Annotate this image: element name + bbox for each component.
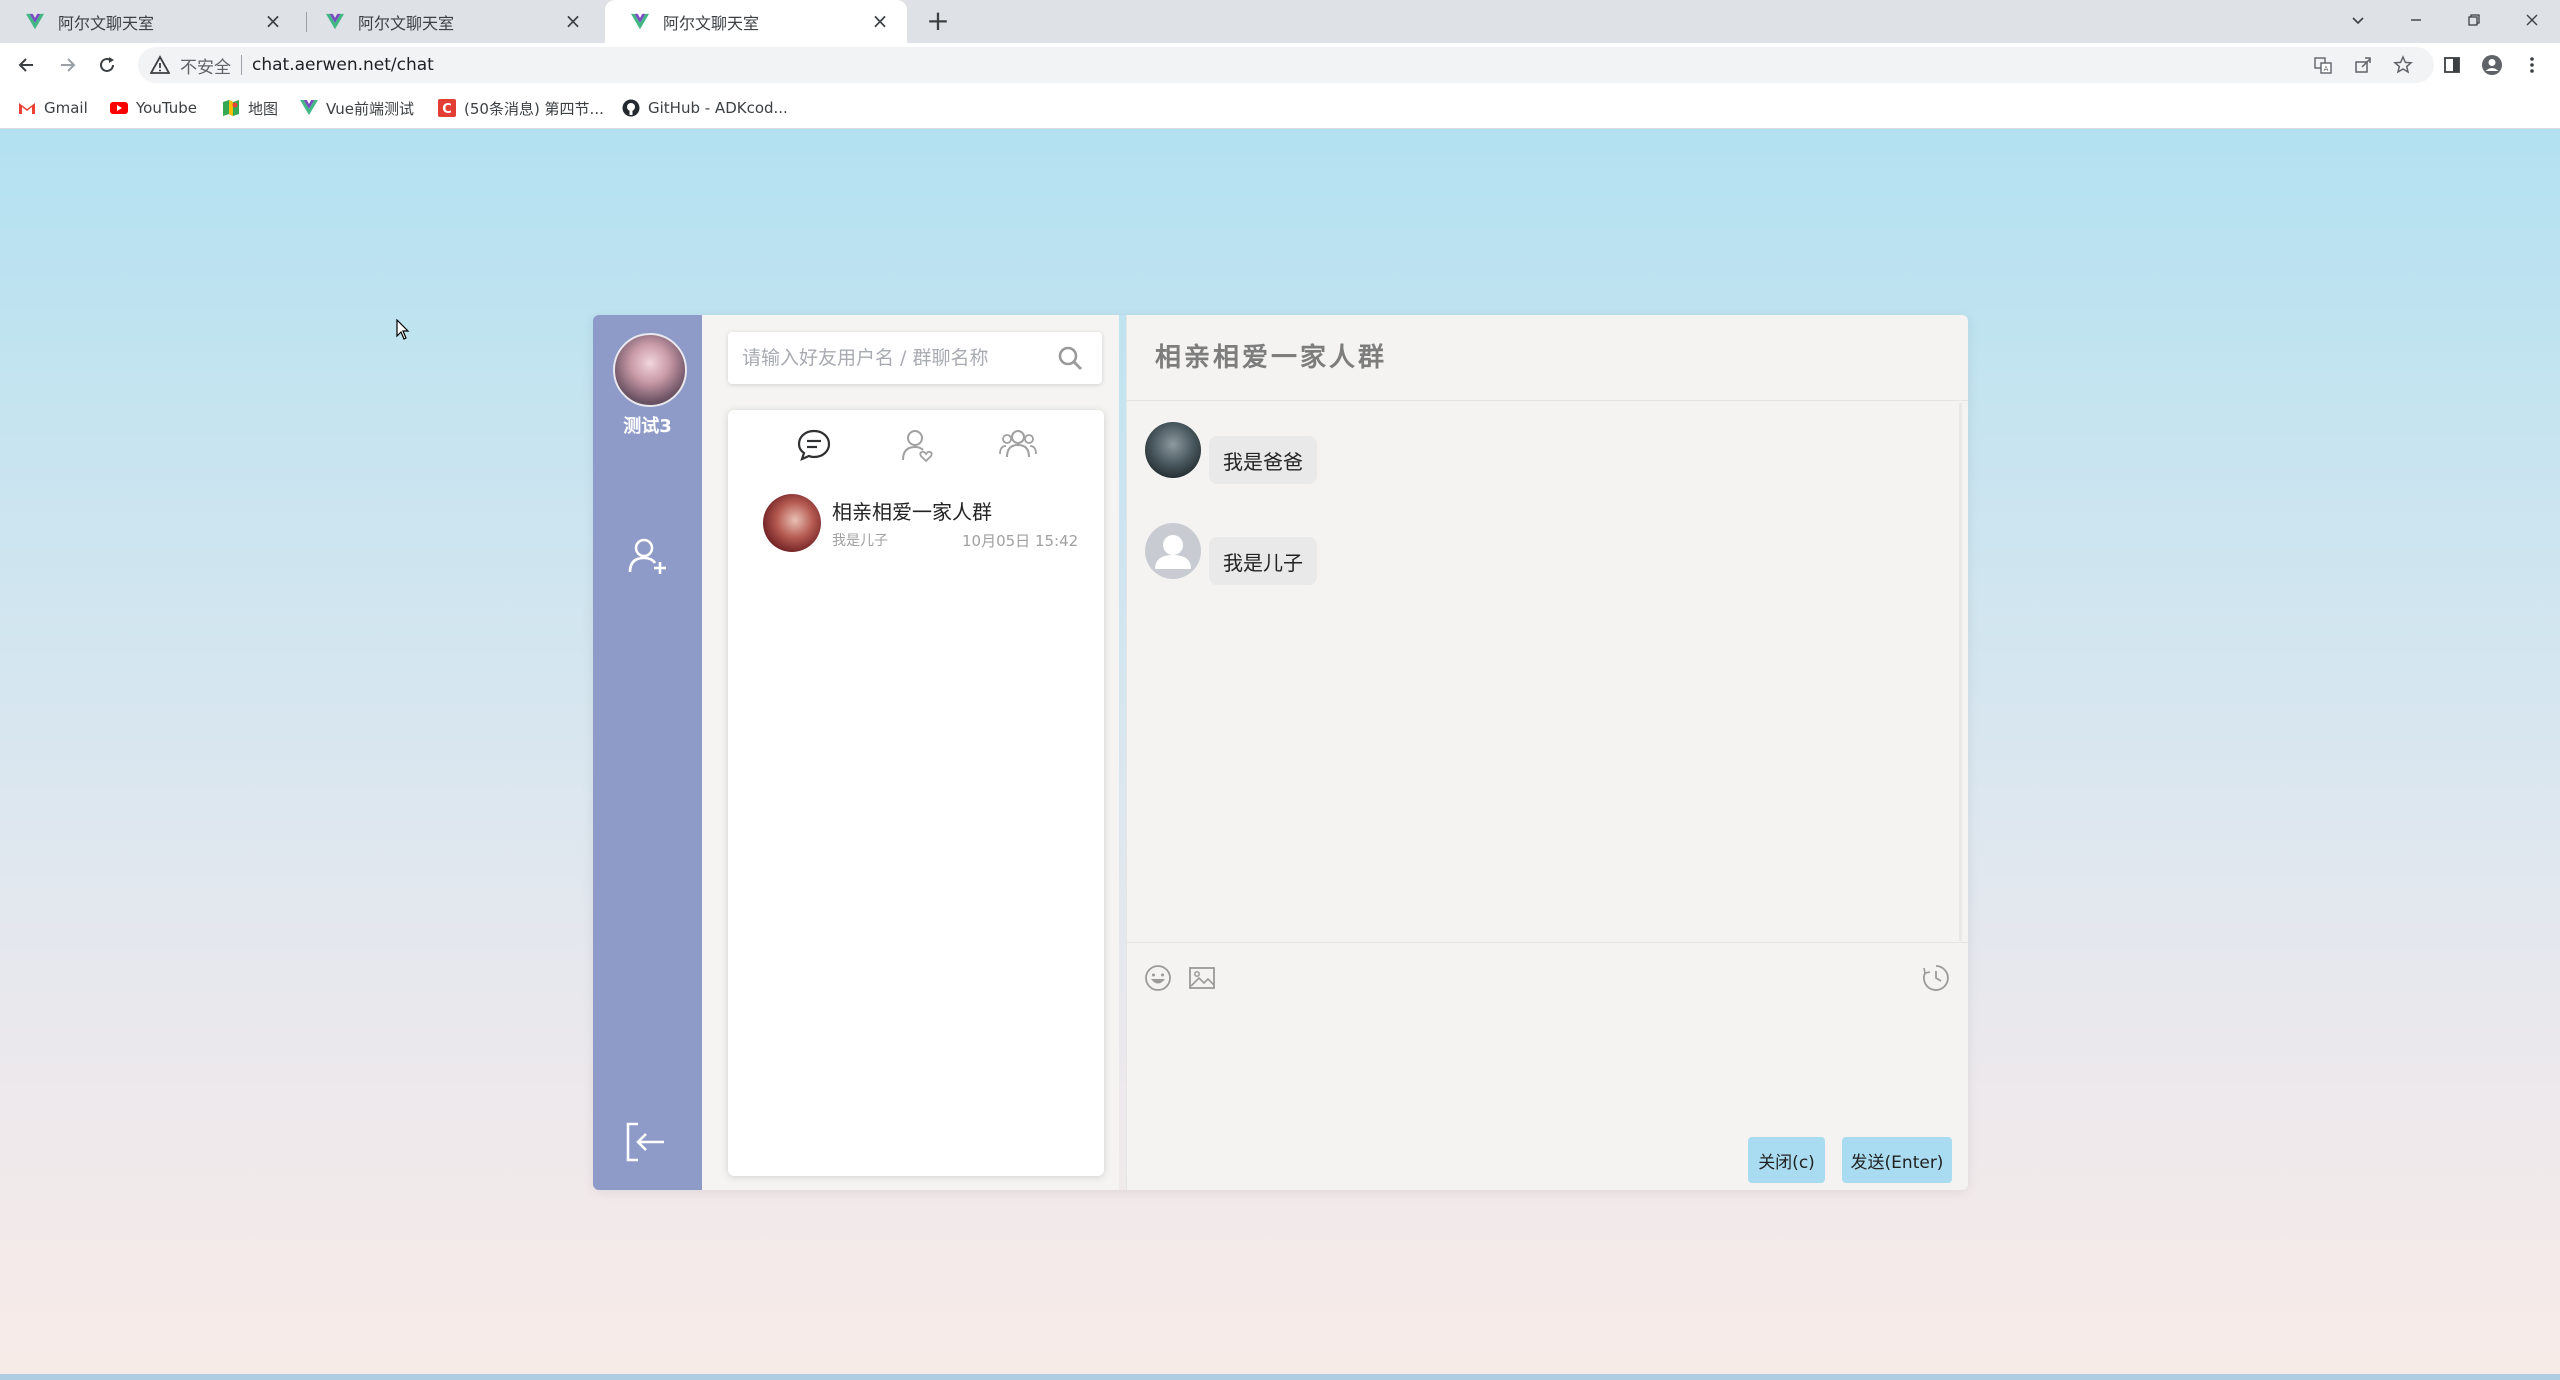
close-tab-icon[interactable]: × bbox=[262, 10, 284, 32]
friends-tab-icon[interactable] bbox=[897, 425, 937, 465]
message-bubble: 我是爸爸 bbox=[1209, 436, 1317, 484]
svg-text:C: C bbox=[442, 102, 452, 117]
chat-header: 相亲相爱一家人群 bbox=[1127, 315, 1968, 401]
url-separator bbox=[241, 55, 242, 75]
search-icon[interactable] bbox=[1056, 344, 1084, 372]
browser-tab[interactable]: 阿尔文聊天室 × bbox=[0, 0, 300, 43]
browser-tab[interactable]: 阿尔文聊天室 × bbox=[300, 0, 600, 43]
bookmark-csdn[interactable]: C (50条消息) 第四节... bbox=[438, 97, 604, 119]
sender-avatar[interactable] bbox=[1145, 422, 1201, 478]
mouse-cursor-icon bbox=[396, 319, 410, 340]
sidebar: 测试3 bbox=[593, 315, 702, 1190]
bookmark-label: Vue前端测试 bbox=[326, 99, 414, 118]
reload-icon[interactable] bbox=[93, 51, 121, 79]
browser-tab-strip: 阿尔文聊天室 × 阿尔文聊天室 × 阿尔文聊天室 × + bbox=[0, 0, 2560, 43]
share-icon[interactable] bbox=[2351, 53, 2375, 77]
message-scrollbar[interactable] bbox=[1959, 403, 1962, 941]
csdn-icon: C bbox=[438, 99, 456, 117]
bookmark-label: Gmail bbox=[44, 99, 88, 117]
search-box bbox=[728, 332, 1102, 384]
window-bottom-edge bbox=[0, 1374, 2560, 1380]
menu-kebab-icon[interactable] bbox=[2520, 53, 2544, 77]
group-avatar bbox=[763, 494, 821, 552]
svg-text:A: A bbox=[2324, 65, 2329, 73]
bookmark-github[interactable]: GitHub - ADKcod... bbox=[622, 97, 788, 119]
message-bubble: 我是儿子 bbox=[1209, 537, 1317, 585]
close-window-icon[interactable] bbox=[2504, 0, 2560, 40]
new-tab-button[interactable]: + bbox=[922, 6, 954, 38]
browser-tab-active[interactable]: 阿尔文聊天室 × bbox=[605, 0, 907, 43]
image-icon[interactable] bbox=[1187, 963, 1217, 993]
github-icon bbox=[622, 99, 640, 117]
bookmark-star-icon[interactable] bbox=[2391, 53, 2415, 77]
close-tab-icon[interactable]: × bbox=[869, 10, 891, 32]
conversation-item[interactable]: 相亲相爱一家人群 我是儿子 10月05日 15:42 bbox=[763, 494, 1083, 558]
send-button[interactable]: 发送(Enter) bbox=[1842, 1137, 1952, 1183]
warning-icon[interactable] bbox=[150, 55, 170, 75]
bookmarks-bar: Gmail YouTube 地图 Vue前端测试 C (50条消息) 第四节..… bbox=[0, 87, 2560, 129]
profile-icon[interactable] bbox=[2480, 53, 2504, 77]
vue-favicon-icon bbox=[631, 13, 649, 29]
side-panel-icon[interactable] bbox=[2440, 53, 2464, 77]
conversation-last-message: 我是儿子 bbox=[832, 533, 888, 549]
vue-favicon-icon bbox=[326, 13, 344, 29]
user-avatar[interactable] bbox=[613, 333, 687, 407]
groups-tab-icon[interactable] bbox=[998, 425, 1038, 465]
vue-favicon-icon bbox=[26, 13, 44, 29]
bookmark-gmail[interactable]: Gmail bbox=[18, 97, 88, 119]
chat-app-window: 测试3 请输入好友用户名 / 群聊名称 相亲相爱一家人群 我是儿子 10月05日… bbox=[593, 315, 1968, 1190]
bookmark-label: 地图 bbox=[248, 99, 279, 118]
logout-icon[interactable] bbox=[624, 1120, 668, 1164]
bookmark-label: YouTube bbox=[136, 99, 197, 117]
bookmark-vue[interactable]: Vue前端测试 bbox=[300, 97, 414, 119]
add-friend-icon[interactable] bbox=[626, 534, 670, 578]
translate-icon[interactable]: A bbox=[2311, 53, 2335, 77]
vue-icon bbox=[300, 99, 318, 117]
chat-pane: 相亲相爱一家人群 我是爸爸 我是儿子 关闭(c) 发送(Enter) bbox=[1126, 315, 1968, 1190]
minimize-icon[interactable] bbox=[2388, 0, 2444, 40]
youtube-icon bbox=[110, 99, 128, 117]
maps-icon bbox=[222, 99, 240, 117]
back-icon[interactable] bbox=[13, 51, 41, 79]
bookmark-label: (50条消息) 第四节... bbox=[464, 99, 604, 118]
history-icon[interactable] bbox=[1921, 963, 1951, 993]
bookmark-maps[interactable]: 地图 bbox=[222, 97, 278, 119]
tab-search-icon[interactable] bbox=[2330, 0, 2386, 40]
security-label: 不安全 bbox=[180, 57, 231, 78]
gmail-icon bbox=[18, 99, 36, 117]
input-divider bbox=[1127, 942, 1968, 943]
restore-icon[interactable] bbox=[2446, 0, 2502, 40]
close-button[interactable]: 关闭(c) bbox=[1748, 1137, 1825, 1183]
conversation-time: 10月05日 15:42 bbox=[962, 532, 1079, 550]
conversation-list-card: 相亲相爱一家人群 我是儿子 10月05日 15:42 bbox=[728, 410, 1104, 1176]
browser-toolbar: 不安全 chat.aerwen.net/chat A bbox=[0, 43, 2560, 87]
emoji-icon[interactable] bbox=[1143, 963, 1173, 993]
bookmark-youtube[interactable]: YouTube bbox=[110, 97, 197, 119]
close-tab-icon[interactable]: × bbox=[562, 10, 584, 32]
search-input[interactable] bbox=[728, 332, 1056, 384]
url-text[interactable]: chat.aerwen.net/chat bbox=[252, 55, 434, 75]
forward-icon[interactable] bbox=[53, 51, 81, 79]
chat-title: 相亲相爱一家人群 bbox=[1155, 343, 1388, 373]
default-avatar-icon[interactable] bbox=[1145, 523, 1201, 579]
bookmark-label: GitHub - ADKcod... bbox=[648, 99, 788, 117]
conversation-name: 相亲相爱一家人群 bbox=[832, 500, 992, 524]
list-tabs bbox=[728, 425, 1104, 465]
chat-tab-icon[interactable] bbox=[794, 425, 834, 465]
address-bar[interactable]: 不安全 chat.aerwen.net/chat bbox=[138, 47, 2434, 83]
page-viewport: 测试3 请输入好友用户名 / 群聊名称 相亲相爱一家人群 我是儿子 10月05日… bbox=[0, 129, 2560, 1374]
message-input[interactable] bbox=[1141, 1005, 1951, 1125]
conversation-pane: 相亲相爱一家人群 我是儿子 10月05日 15:42 bbox=[702, 315, 1119, 1190]
user-name: 测试3 bbox=[623, 416, 672, 437]
